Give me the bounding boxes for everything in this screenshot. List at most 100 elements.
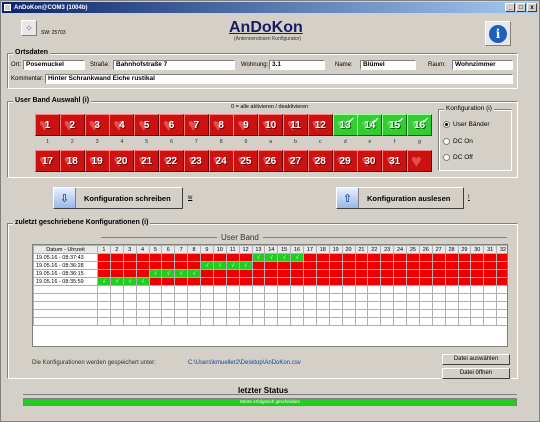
band-number: 22 [165,155,178,167]
table-row[interactable]: 19.05.16 - 08:35:59 √ √ √ √ [33,277,507,286]
choose-file-button[interactable]: Datei auswählen [442,354,510,365]
table-row[interactable]: 19.05.16 - 08:37:43 √ √ √ √ [33,253,507,262]
col-header-band: 5 [148,245,163,254]
band-cell-off [97,253,111,262]
strasse-field[interactable]: Bahnhofstraße 7 [113,60,235,70]
band-cell-off [354,261,369,270]
minimize-button[interactable]: _ [505,3,515,12]
band-button-23[interactable]: ♥ 23 [183,150,209,172]
band-button-2[interactable]: ♥ 2 [59,114,85,136]
ort-field[interactable]: Posemuckel [23,60,85,70]
band-button-6[interactable]: ♥ 6 [159,114,184,136]
empty-cell [109,317,124,326]
band-cell-off [187,253,201,262]
band-button-4[interactable]: ♥ 4 [109,114,135,136]
band-button-24[interactable]: ♥ 24 [208,150,234,172]
band-cell-off [161,277,176,286]
write-config-button[interactable]: ⇩ Konfiguration schreiben [53,187,183,209]
band-button-18[interactable]: ♥ 18 [59,150,85,172]
band-shortcut-key: 8 [219,139,223,145]
band-button-3[interactable]: ♥ 3 [84,114,110,136]
radio-dc-off[interactable]: DC Off [443,154,473,161]
band-button-27[interactable]: ♥ 27 [283,150,308,172]
empty-cell [33,293,98,302]
kommentar-field[interactable]: Hinter Schrankwand Eiche rustikal [45,74,513,84]
empty-cell [354,285,369,294]
band-button-29[interactable]: ♥ 29 [332,150,358,172]
band-button-21[interactable]: ♥ 21 [134,150,160,172]
band-cell-on: √ [135,277,150,286]
band-cell-off [354,253,369,262]
band-cell-off [290,277,304,286]
band-button-17[interactable]: ♥ 17 [35,150,60,172]
band-button-7[interactable]: ♥ 7 [183,114,209,136]
band-cell-off [187,277,201,286]
band-cell-off [212,277,227,286]
maximize-button[interactable]: □ [516,3,526,12]
band-cell-off [354,269,369,278]
band-button-22[interactable]: ♥ 22 [159,150,184,172]
band-button-28[interactable]: ♥ 28 [307,150,333,172]
radio-user-baender[interactable]: User Bänder [443,121,490,128]
config-history-table[interactable]: Datum - Uhrzeit 1 2 3 4 5 6 7 8 9 10 11 12 13 14 15 16 17… [32,244,508,347]
radio-dc-on[interactable]: DC On [443,138,473,145]
close-button[interactable]: x [527,3,537,12]
empty-cell [483,293,498,302]
band-button-32[interactable]: ♥ [407,150,432,172]
band-button-8[interactable]: ♥ 8 [208,114,234,136]
band-button-15[interactable]: ♥ ✔ 15 [382,114,408,136]
band-button-19[interactable]: ♥ 19 [84,150,110,172]
radio-button[interactable] [443,138,450,145]
band-button-10[interactable]: ♥ 10 [258,114,284,136]
band-cell-off [135,269,150,278]
band-cell-off [264,277,279,286]
empty-cell [483,317,498,326]
timestamp-cell: 19.05.16 - 08:37:43 [33,253,98,262]
strasse-label: Straße: [90,62,110,68]
radio-button[interactable] [443,121,450,128]
wohnung-field[interactable]: 3.1 [269,60,325,70]
empty-cell [238,285,253,294]
empty-cell [109,293,124,302]
name-field[interactable]: Blümel [360,60,416,70]
band-button-30[interactable]: ♥ 30 [357,150,383,172]
band-cell-on: √ [290,253,304,262]
app-title: AnDoKon [229,19,303,36]
radio-button[interactable] [443,154,450,161]
band-button-13[interactable]: ♥ ✔ 13 [332,114,358,136]
band-button-9[interactable]: ♥ 9 [233,114,259,136]
empty-cell [431,309,446,318]
band-cell-on: √ [148,269,163,278]
band-cell-off [354,277,369,286]
band-button-16[interactable]: ♥ ✔ 16 [407,114,432,136]
ort-label: Ort: [11,62,21,68]
empty-cell [444,317,459,326]
band-cell-off [380,261,395,270]
band-number: 29 [339,155,351,167]
read-config-button[interactable]: ⇧ Konfiguration auslesen [336,187,464,209]
band-button-14[interactable]: ♥ ✔ 14 [357,114,383,136]
band-button-26[interactable]: ♥ 26 [258,150,284,172]
band-button-11[interactable]: ♥ 11 [283,114,308,136]
band-shortcut-key: 1 [45,139,50,145]
empty-cell [277,293,292,302]
info-button[interactable]: i [485,21,511,46]
raum-field[interactable]: Wohnzimmer [452,60,513,70]
band-button-1[interactable]: ♥ 1 [35,114,60,136]
band-button-25[interactable]: ♥ 25 [233,150,259,172]
empty-cell [200,285,214,294]
band-number: 26 [265,155,277,167]
band-button-31[interactable]: ♥ 31 [382,150,408,172]
open-file-button[interactable]: Datei öffnen [442,368,510,379]
band-cell-on: √ [264,253,279,262]
band-button-20[interactable]: ♥ 20 [109,150,135,172]
empty-cell [341,309,356,318]
empty-cell [187,309,201,318]
band-cell-off [406,277,420,286]
empty-cell [161,293,176,302]
band-button-12[interactable]: ♥ 12 [307,114,333,136]
band-cell-off [393,253,407,262]
table-row[interactable]: 19.05.16 - 08:36:28 √ √ √ √ [33,261,507,270]
band-button-5[interactable]: ♥ 5 [134,114,160,136]
table-row[interactable]: 19.05.16 - 08:36:15 √ √ √ √ [33,269,507,278]
